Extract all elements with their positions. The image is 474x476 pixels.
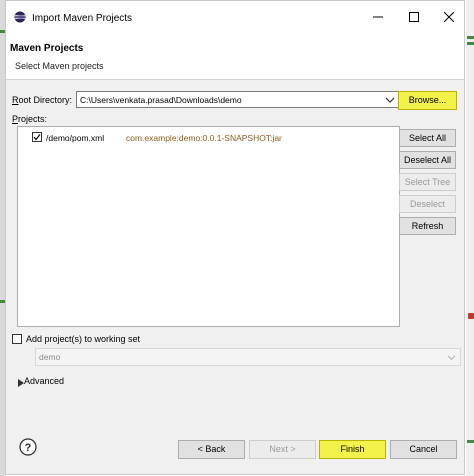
deselect-all-button[interactable]: Deselect All [399,151,456,169]
background-marker [467,440,474,443]
wizard-header: Maven Projects Select Maven projects [6,31,464,80]
title-bar: Import Maven Projects [6,1,464,31]
working-set-checkbox[interactable] [12,334,22,344]
checkmark-icon [33,134,41,141]
background-right-strip [466,0,474,476]
close-icon [444,12,454,22]
svg-text:?: ? [25,442,32,454]
advanced-section-toggle[interactable]: Advanced [24,376,64,386]
deselect-tree-button[interactable]: Deselect Tree [399,195,456,226]
root-directory-combo[interactable]: C:\Users\venkata.prasad\Downloads\demo [76,91,399,108]
root-directory-label: Root Directory: [12,95,72,105]
maximize-icon [409,12,419,22]
eclipse-icon [14,11,26,23]
chevron-down-icon [447,355,456,361]
background-marker [468,313,474,319]
close-button[interactable] [434,6,464,28]
working-set-value: demo [39,352,61,362]
projects-tree[interactable]: /demo/pom.xml com.example:demo:0.0.1-SNA… [17,126,400,327]
cancel-button[interactable]: Cancel [390,440,457,459]
minimize-button[interactable] [363,6,393,28]
window-title: Import Maven Projects [32,13,133,24]
page-title: Maven Projects [10,43,84,54]
browse-button[interactable]: Browse... [398,91,457,110]
projects-label-rest: rojects: [18,114,48,124]
project-path: /demo/pom.xml [46,133,105,143]
import-maven-projects-dialog: Import Maven Projects Maven Projects Sel… [5,0,465,475]
select-tree-button[interactable]: Select Tree [399,173,456,191]
background-marker [467,42,474,45]
project-artifact: com.example:demo:0.0.1-SNAPSHOT:jar [126,133,282,143]
select-all-button[interactable]: Select All [399,129,456,147]
chevron-down-icon [385,97,395,103]
working-set-label: Add project(s) to working set [26,334,141,344]
background-marker [467,36,474,39]
maximize-button[interactable] [399,6,429,28]
next-button[interactable]: Next > [249,440,316,459]
help-icon[interactable]: ? [19,438,37,456]
projects-label: Projects: [12,114,47,124]
back-button[interactable]: < Back [178,440,245,459]
project-checkbox[interactable] [32,132,42,142]
refresh-button[interactable]: Refresh [399,217,456,235]
working-set-combo[interactable]: demo [35,348,461,366]
finish-button[interactable]: Finish [319,440,386,459]
minimize-icon [373,16,383,18]
root-directory-value: C:\Users\venkata.prasad\Downloads\demo [80,95,242,105]
page-subtitle: Select Maven projects [15,61,104,71]
root-directory-label-rest: oot Directory: [18,95,73,105]
